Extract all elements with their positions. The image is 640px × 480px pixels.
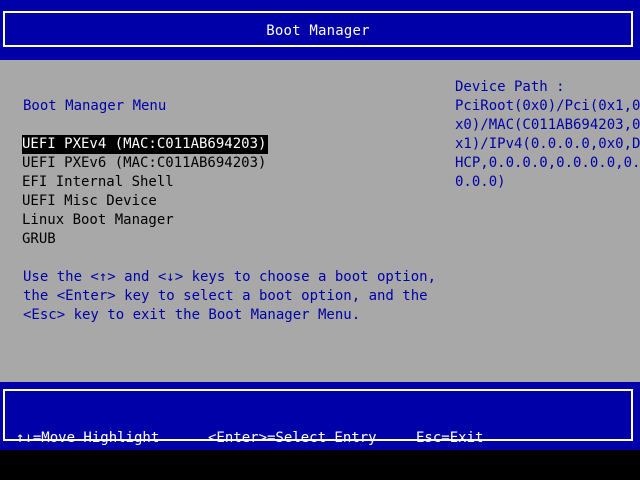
boot-option-pxev6[interactable]: UEFI PXEv6 (MAC:C011AB694203) <box>22 154 266 173</box>
help-text-line: Use the <↑> and <↓> keys to choose a boo… <box>23 269 437 285</box>
exit-hint: Esc=Exit <box>416 430 484 446</box>
device-path-line: HCP,0.0.0.0,0.0.0.0,0. <box>455 155 640 171</box>
screen-footer <box>0 450 640 480</box>
device-path-line: PciRoot(0x0)/Pci(0x1,0 <box>455 98 640 114</box>
select-entry-hint: <Enter>=Select Entry <box>208 430 377 446</box>
help-text-line: <Esc> key to exit the Boot Manager Menu. <box>23 307 361 323</box>
device-path-line: x0)/MAC(C011AB694203,0 <box>455 117 640 133</box>
menu-heading: Boot Manager Menu <box>23 98 167 114</box>
help-text-line: the <Enter> key to select a boot option,… <box>23 288 428 304</box>
page-title: Boot Manager <box>266 23 370 39</box>
device-path-line: 0.0.0) <box>455 174 506 190</box>
boot-option-pxev4[interactable]: UEFI PXEv4 (MAC:C011AB694203) <box>22 135 269 154</box>
move-highlight-hint: ↑↓=Move Highlight <box>16 430 160 446</box>
title-box: Boot Manager <box>3 11 633 47</box>
device-path-line: x1)/IPv4(0.0.0.0,0x0,D <box>455 136 640 152</box>
boot-option-efi-shell[interactable]: EFI Internal Shell <box>22 173 174 192</box>
boot-option-grub[interactable]: GRUB <box>22 230 56 249</box>
boot-option-linux-boot-manager[interactable]: Linux Boot Manager <box>22 211 174 230</box>
boot-option-misc-device[interactable]: UEFI Misc Device <box>22 192 157 211</box>
device-path-label: Device Path : <box>455 79 565 95</box>
